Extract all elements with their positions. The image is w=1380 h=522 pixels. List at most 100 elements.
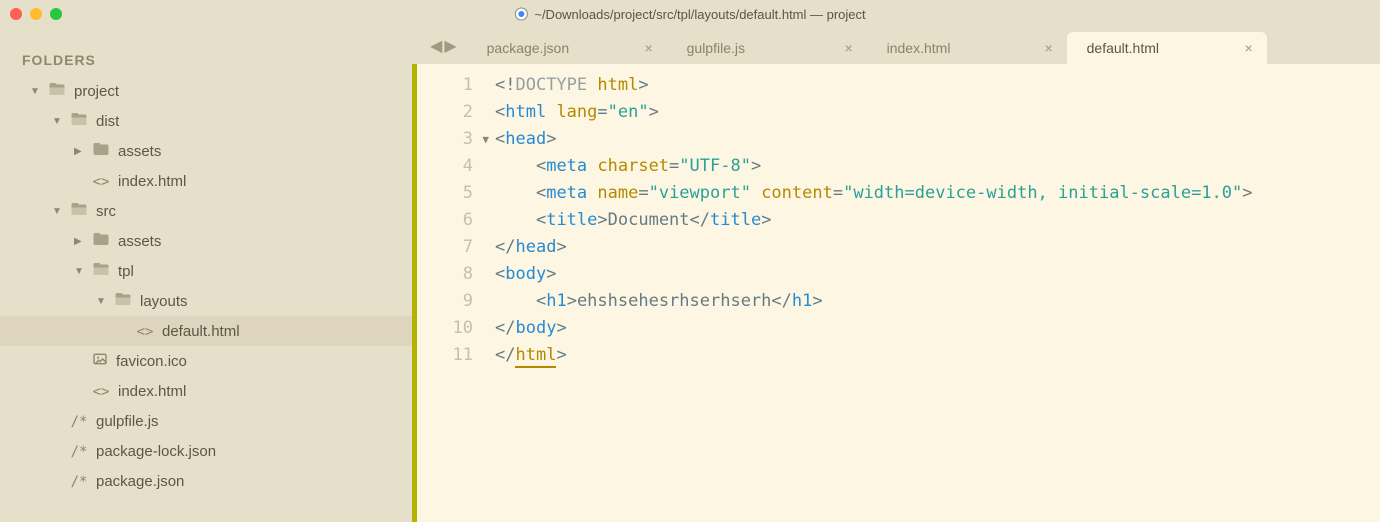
comment-file-icon: /* (70, 443, 88, 460)
tree-item-label: dist (96, 113, 119, 130)
sidebar: FOLDERS ▼ project ▼ dist ▶ assets <> index.html… (0, 28, 412, 522)
folder-item[interactable]: ▼ src (22, 196, 412, 226)
folder-icon (92, 260, 110, 282)
file-favicon-icon (514, 7, 528, 21)
line-number: 11 (417, 342, 473, 369)
comment-file-icon: /* (70, 413, 88, 430)
tree-item-label: gulpfile.js (96, 413, 159, 430)
tab-close-icon[interactable]: × (844, 40, 852, 56)
line-number: 4 (417, 153, 473, 180)
tree-item-label: assets (118, 233, 161, 250)
tab-label: gulpfile.js (687, 40, 745, 56)
tab-label: index.html (887, 40, 951, 56)
titlebar: ~/Downloads/project/src/tpl/layouts/defa… (0, 0, 1380, 28)
code-line: <meta charset="UTF-8"> (495, 153, 1253, 180)
folder-icon (70, 110, 88, 132)
code-line: <html lang="en"> (495, 99, 1253, 126)
tab-label: default.html (1087, 40, 1159, 56)
code-line: <h1>ehshsehesrhserhserh</h1> (495, 288, 1253, 315)
zoom-window-button[interactable] (50, 8, 62, 20)
folder-icon (48, 80, 66, 102)
code-pane: 123▼4567891011 <!DOCTYPE html><html lang… (412, 64, 1380, 522)
close-window-button[interactable] (10, 8, 22, 20)
code-content[interactable]: <!DOCTYPE html><html lang="en"><head> <m… (483, 64, 1253, 522)
line-number: 7 (417, 234, 473, 261)
line-number: 1 (417, 72, 473, 99)
line-number: 2 (417, 99, 473, 126)
tree-item-label: index.html (118, 173, 186, 190)
code-line: </html> (495, 342, 1253, 369)
tree-item-label: favicon.ico (116, 353, 187, 370)
folder-item[interactable]: ▶ assets (22, 136, 412, 166)
file-item[interactable]: <> index.html (22, 166, 412, 196)
code-line: <meta name="viewport" content="width=dev… (495, 180, 1253, 207)
tab-close-icon[interactable]: × (1244, 40, 1252, 56)
disclosure-icon[interactable]: ▼ (52, 116, 62, 127)
code-file-icon: <> (136, 323, 154, 340)
tab[interactable]: index.html × (867, 32, 1067, 64)
tree-item-label: default.html (162, 323, 240, 340)
sidebar-title: FOLDERS (22, 52, 412, 68)
main-area: FOLDERS ▼ project ▼ dist ▶ assets <> index.html… (0, 28, 1380, 522)
code-line: <!DOCTYPE html> (495, 72, 1253, 99)
folder-item[interactable]: ▼ tpl (22, 256, 412, 286)
tab[interactable]: package.json × (467, 32, 667, 64)
folder-icon (92, 230, 110, 252)
code-line: <head> (495, 126, 1253, 153)
file-item[interactable]: /*package-lock.json (22, 436, 412, 466)
tree-item-label: project (74, 83, 119, 100)
tree-item-label: index.html (118, 383, 186, 400)
image-file-icon (92, 351, 108, 371)
folder-item[interactable]: ▶ assets (22, 226, 412, 256)
disclosure-icon[interactable]: ▼ (52, 206, 62, 217)
folder-item[interactable]: ▼ dist (22, 106, 412, 136)
disclosure-icon[interactable]: ▼ (96, 296, 106, 307)
file-item[interactable]: <> default.html (0, 316, 412, 346)
traffic-lights (10, 8, 62, 20)
nav-back-icon[interactable]: ◀ (430, 36, 442, 56)
disclosure-icon[interactable]: ▶ (74, 146, 84, 157)
line-number: 6 (417, 207, 473, 234)
file-item[interactable]: /* package.json (22, 466, 412, 496)
tab-label: package.json (487, 40, 570, 56)
file-item[interactable]: favicon.ico (22, 346, 412, 376)
folder-item[interactable]: ▼ project (22, 76, 412, 106)
line-number: 3▼ (417, 126, 473, 153)
nav-forward-icon[interactable]: ▶ (444, 36, 456, 56)
disclosure-icon[interactable]: ▼ (74, 266, 84, 277)
line-number-gutter: 123▼4567891011 (417, 64, 483, 522)
tree-item-label: package.json (96, 473, 184, 490)
tab[interactable]: default.html × (1067, 32, 1267, 64)
file-item[interactable]: /* gulpfile.js (22, 406, 412, 436)
line-number: 10 (417, 315, 473, 342)
tab-bar: ◀ ▶ package.json × gulpfile.js × index.html ×… (412, 28, 1380, 64)
code-line: <body> (495, 261, 1253, 288)
tabs-container: package.json×gulpfile.js×index.html×defa… (467, 32, 1267, 64)
disclosure-icon[interactable]: ▶ (74, 236, 84, 247)
folder-icon (70, 200, 88, 222)
tab-close-icon[interactable]: × (1044, 40, 1052, 56)
code-file-icon: <> (92, 383, 110, 400)
tree-item-label: assets (118, 143, 161, 160)
tree-item-label: src (96, 203, 116, 220)
window-title: ~/Downloads/project/src/tpl/layouts/defa… (514, 7, 865, 22)
tab-close-icon[interactable]: × (644, 40, 652, 56)
tree-item-label: tpl (118, 263, 134, 280)
folder-icon (92, 140, 110, 162)
code-line: <title>Document</title> (495, 207, 1253, 234)
fold-icon[interactable]: ▼ (482, 126, 489, 153)
code-file-icon: <> (92, 173, 110, 190)
code-line: </body> (495, 315, 1253, 342)
file-item[interactable]: <> index.html (22, 376, 412, 406)
line-number: 5 (417, 180, 473, 207)
line-number: 8 (417, 261, 473, 288)
tab[interactable]: gulpfile.js × (667, 32, 867, 64)
folder-item[interactable]: ▼layouts (22, 286, 412, 316)
window-title-text: ~/Downloads/project/src/tpl/layouts/defa… (534, 7, 865, 22)
nav-arrows: ◀ ▶ (424, 36, 467, 64)
disclosure-icon[interactable]: ▼ (30, 86, 40, 97)
minimize-window-button[interactable] (30, 8, 42, 20)
comment-file-icon: /* (70, 473, 88, 490)
line-number: 9 (417, 288, 473, 315)
editor-area: ◀ ▶ package.json × gulpfile.js × index.html ×… (412, 28, 1380, 522)
